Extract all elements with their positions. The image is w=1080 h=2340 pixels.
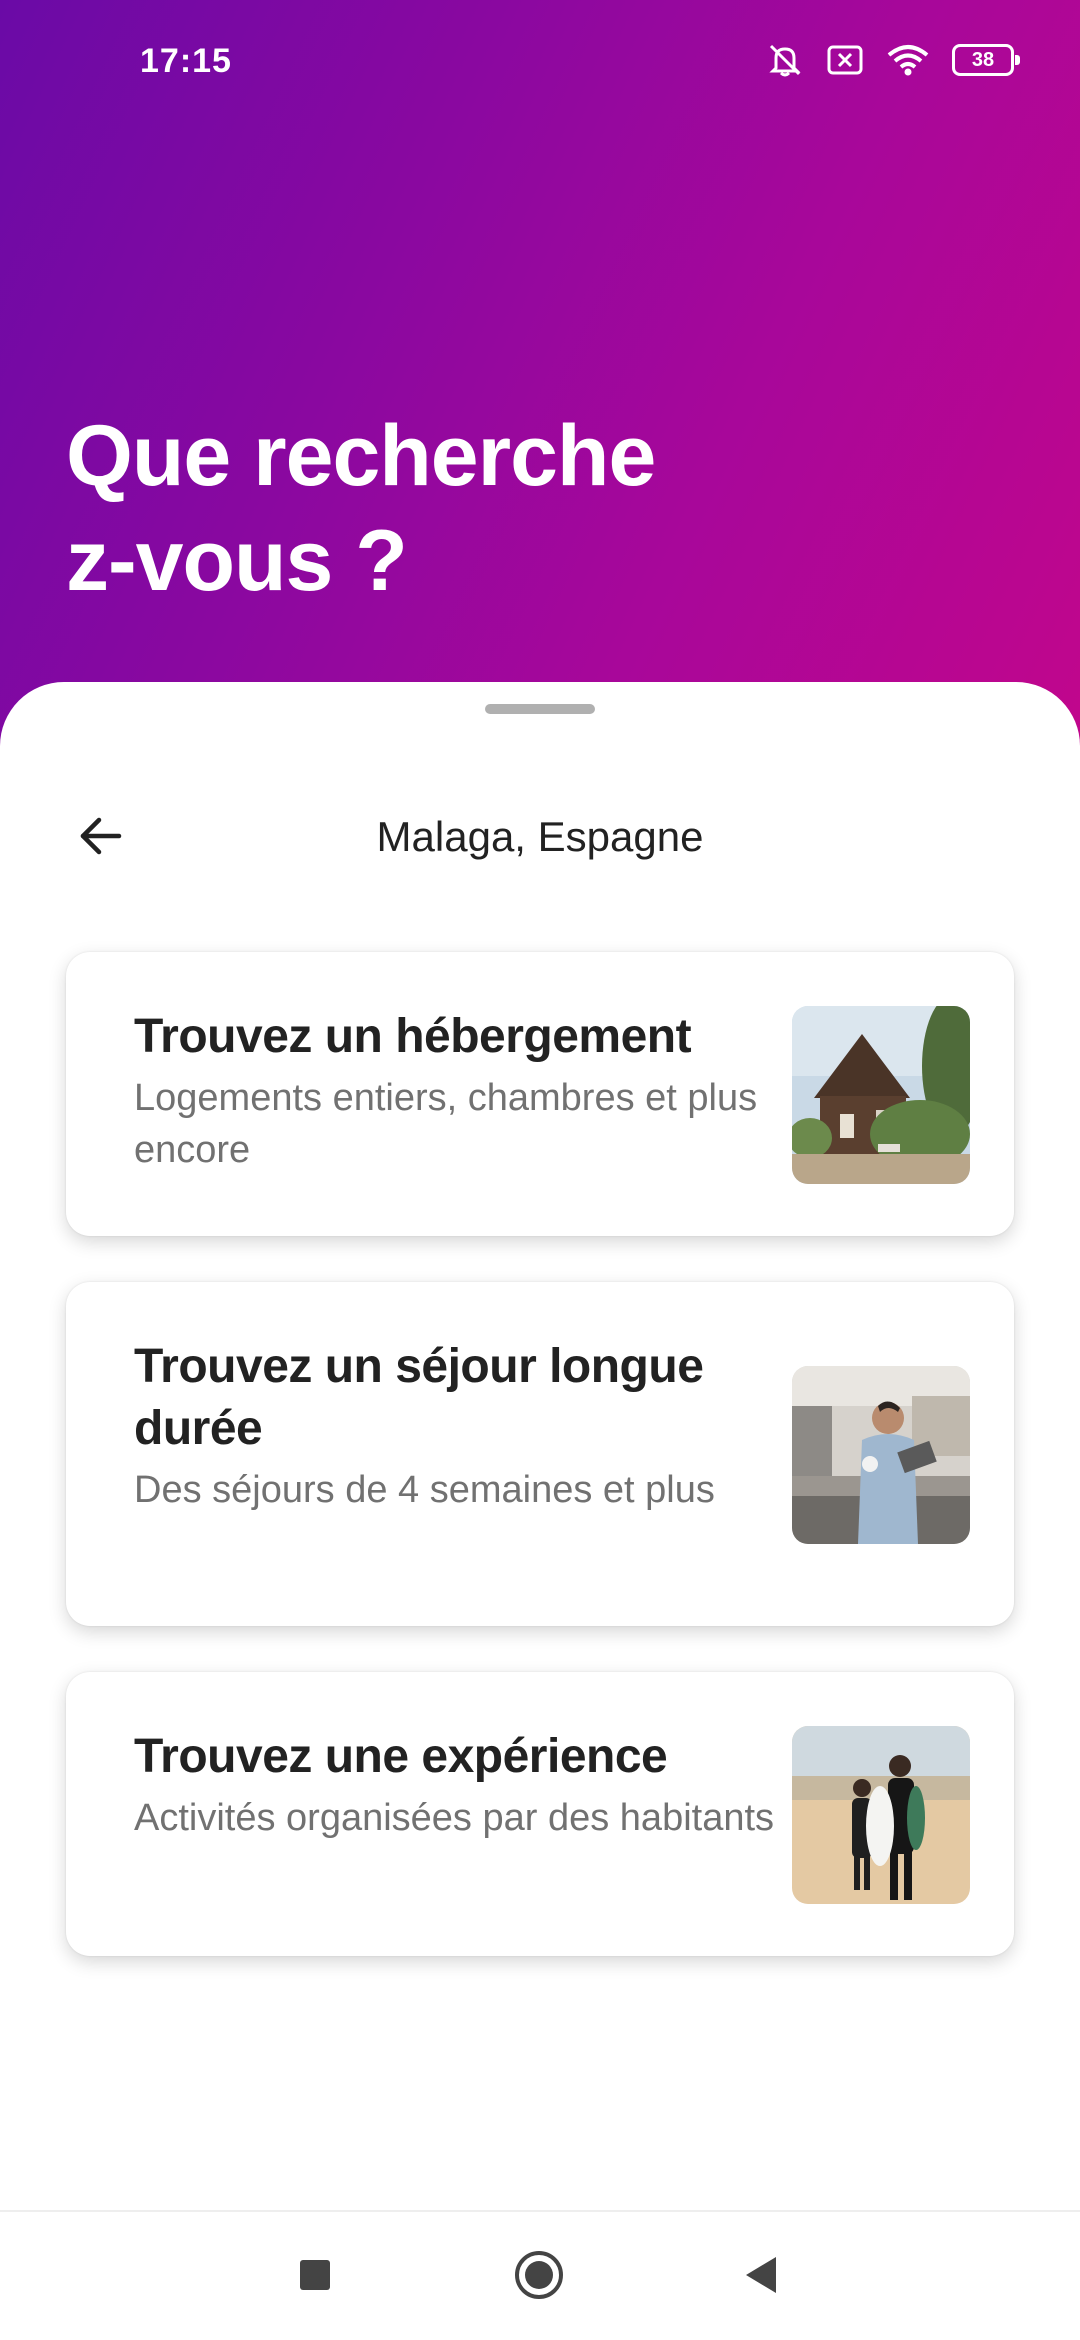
wifi-icon <box>886 43 930 77</box>
back-nav-button[interactable] <box>716 2232 806 2322</box>
screen: 17:15 38 Que recherche z-vous ? Malaga, … <box>0 0 1080 2340</box>
card-long-stay[interactable]: Trouvez un séjour longue durée Des séjou… <box>66 1282 1014 1626</box>
drag-handle[interactable] <box>485 704 595 714</box>
battery-icon: 38 <box>952 44 1020 76</box>
page-title: Que recherche z-vous ? <box>66 408 656 609</box>
surfers-on-beach-photo <box>792 1726 970 1904</box>
hero-banner: 17:15 38 Que recherche z-vous ? <box>0 0 1080 760</box>
sim-no-signal-icon <box>826 44 864 76</box>
notifications-muted-icon <box>766 42 804 78</box>
back-icon <box>742 2255 780 2300</box>
card-description: Logements entiers, chambres et plus enco… <box>134 1077 758 1171</box>
arrow-left-icon <box>77 816 123 861</box>
card-experience[interactable]: Trouvez une expérience Activités organis… <box>66 1672 1014 1956</box>
card-title: Trouvez un hébergement <box>134 1010 692 1063</box>
home-icon <box>513 2249 565 2306</box>
system-nav-bar <box>0 2210 1080 2340</box>
status-bar: 17:15 38 <box>0 0 1080 120</box>
location-title: Malaga, Espagne <box>376 813 704 860</box>
home-button[interactable] <box>494 2232 584 2322</box>
battery-level: 38 <box>971 48 995 71</box>
card-title: Trouvez un séjour longue durée <box>134 1340 704 1455</box>
card-text: Trouvez un hébergement Logements entiers… <box>134 1006 794 1176</box>
back-button[interactable] <box>54 798 146 878</box>
card-text: Trouvez un séjour longue durée Des séjou… <box>134 1336 794 1516</box>
card-description: Des séjours de 4 semaines et plus <box>134 1469 715 1511</box>
status-time: 17:15 <box>140 42 232 80</box>
recent-apps-icon <box>298 2258 332 2297</box>
bottom-sheet: Malaga, Espagne Trouvez un hébergement L… <box>0 682 1080 2340</box>
card-title: Trouvez une expérience <box>134 1730 668 1783</box>
card-accommodation[interactable]: Trouvez un hébergement Logements entiers… <box>66 952 1014 1236</box>
cottage-house-photo <box>792 1006 970 1184</box>
card-text: Trouvez une expérience Activités organis… <box>134 1726 794 1844</box>
man-in-kitchen-photo <box>792 1366 970 1544</box>
status-icons: 38 <box>766 42 1020 78</box>
card-description: Activités organisées par des habitants <box>134 1797 775 1839</box>
recent-apps-button[interactable] <box>270 2232 360 2322</box>
sheet-header: Malaga, Espagne <box>0 782 1080 892</box>
